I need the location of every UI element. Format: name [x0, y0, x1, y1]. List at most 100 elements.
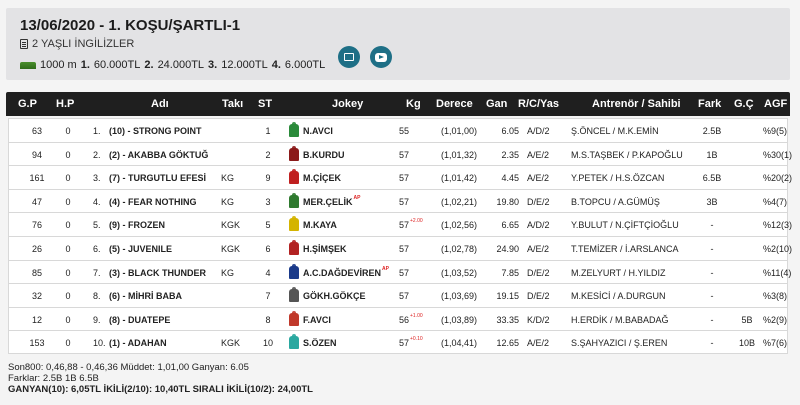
result-row[interactable]: 76 0 5. (9) - FROZEN KGK 5 M.KAYA 57+2.00 (1,02,… [8, 212, 792, 236]
results-table-body: 63 0 1. (10) - STRONG POINT 1 N.AVCI 55 (1,01,0… [6, 118, 792, 354]
cell-name[interactable]: (2) - AKABBA GÖKTUĞ [109, 150, 224, 160]
cell-gan: 7.85 [501, 267, 519, 278]
cell-equip: KGK [221, 220, 241, 231]
col-gp[interactable]: G.P [18, 98, 37, 110]
jockey-silk-icon [289, 310, 299, 326]
cell-gan: 4.45 [501, 173, 519, 184]
cell-jockey[interactable]: MER.ÇELİKAP [303, 195, 383, 207]
cell-st: 3 [265, 196, 271, 207]
col-st[interactable]: ST [258, 98, 272, 110]
result-row[interactable]: 12 0 9. (8) - DUATEPE 8 F.AVCI 56+1.00 (1,03,89… [8, 306, 788, 331]
cell-gan: 24.90 [496, 243, 519, 254]
cell-rcyas: A/E/2 [527, 149, 550, 160]
cell-jockey[interactable]: S.ÖZEN [303, 338, 383, 348]
col-equip[interactable]: Takı [222, 98, 243, 110]
jockey-silk-icon [289, 287, 299, 303]
cell-jockey[interactable]: F.AVCI [303, 315, 383, 325]
cell-trainer[interactable]: M.S.TAŞBEK / P.KAPOĞLU [571, 150, 691, 160]
summary-sectional-times: Son800: 0,46,88 - 0,46,36 Müddet: 1,01,0… [8, 362, 249, 373]
col-hp[interactable]: H.P [56, 98, 74, 110]
cell-name[interactable]: (3) - BLACK THUNDER [109, 268, 224, 278]
cell-fark: 3B [706, 196, 718, 207]
cell-trainer[interactable]: Y.BULUT / N.ÇİFTÇİOĞLU [571, 220, 691, 230]
cell-name[interactable]: (1) - ADAHAN [109, 338, 224, 348]
cell-gp: 63 [31, 126, 42, 136]
cell-st: 5 [265, 220, 271, 231]
cell-jockey[interactable]: B.KURDU [303, 150, 383, 160]
cell-trainer[interactable]: Ş.ÖNCEL / M.K.EMİN [571, 126, 691, 136]
cell-trainer[interactable]: M.KESİCİ / A.DURGUN [571, 291, 691, 301]
race-category: 2 YAŞLI İNGİLİZLER [32, 38, 135, 50]
cell-jockey[interactable]: H.ŞİMŞEK [303, 244, 383, 254]
col-degree[interactable]: Derece [436, 98, 473, 110]
cell-agf: %7(6) [763, 338, 788, 349]
cell-name[interactable]: (8) - DUATEPE [109, 315, 224, 325]
cell-rank: 6. [93, 243, 101, 254]
result-row[interactable]: 153 0 10. (1) - ADAHAN KGK 10 S.ÖZEN 57+0.10 (1,… [8, 330, 788, 354]
document-icon [20, 39, 28, 49]
cell-name[interactable]: (6) - MİHRİ BABA [109, 291, 224, 301]
cell-jockey[interactable]: A.C.DAĞDEVİRENAP [303, 266, 389, 278]
cell-gan: 33.35 [496, 314, 519, 325]
result-row[interactable]: 85 0 7. (3) - BLACK THUNDER KG 4 A.C.DAĞDEVİRE… [8, 259, 791, 284]
cell-trainer[interactable]: T.TEMİZER / İ.ARSLANCA [571, 244, 691, 254]
cell-equip: KGK [221, 243, 241, 254]
cell-degree: (1,03,52) [441, 267, 478, 278]
cell-gp: 26 [31, 243, 42, 254]
video-button[interactable] [370, 46, 392, 68]
col-kg[interactable]: Kg [406, 98, 421, 110]
results-table-header: G.P H.P Adı Takı ST Jokey Kg Derece Gan … [6, 92, 790, 116]
cell-rcyas: A/E/2 [527, 173, 550, 184]
col-trainer[interactable]: Antrenör / Sahibi [592, 98, 681, 110]
col-agf[interactable]: AGF [764, 98, 787, 110]
cell-rcyas: A/E/2 [527, 338, 550, 349]
result-row[interactable]: 94 0 2. (2) - AKABBA GÖKTUĞ 2 B.KURDU 57 (1,01,… [8, 141, 792, 166]
cell-degree: (1,02,78) [441, 243, 478, 254]
col-fark[interactable]: Fark [698, 98, 721, 110]
cell-gp: 12 [31, 314, 42, 325]
result-row[interactable]: 161 0 3. (7) - TURGUTLU EFESİ KG 9 M.ÇİÇEK 57 (1… [8, 165, 792, 189]
cell-trainer[interactable]: Y.PETEK / H.S.ÖZCAN [571, 173, 691, 183]
cell-trainer[interactable]: H.ERDİK / M.BABADAĞ [571, 315, 691, 325]
cell-jockey[interactable]: GÖKH.GÖKÇE [303, 291, 383, 301]
cell-name[interactable]: (4) - FEAR NOTHING [109, 197, 224, 207]
cell-degree: (1,02,56) [441, 220, 478, 231]
result-row[interactable]: 32 0 8. (6) - MİHRİ BABA 7 GÖKH.GÖKÇE 57 (1,03,… [8, 283, 788, 307]
cell-gan: 19.80 [496, 196, 519, 207]
jockey-silk-icon [289, 263, 299, 279]
result-row[interactable]: 63 0 1. (10) - STRONG POINT 1 N.AVCI 55 (1,01,0… [8, 118, 788, 142]
cell-gan: 12.65 [496, 338, 519, 349]
cell-name[interactable]: (7) - TURGUTLU EFESİ [109, 173, 224, 183]
result-row[interactable]: 47 0 4. (4) - FEAR NOTHING KG 3 MER.ÇELİKAP 57 (… [8, 188, 788, 213]
cell-rcyas: K/D/2 [527, 314, 550, 325]
cell-gan: 6.05 [501, 126, 519, 136]
cell-st: 4 [265, 267, 271, 278]
col-gc[interactable]: G.Ç [734, 98, 754, 110]
col-name[interactable]: Adı [151, 98, 169, 110]
race-distance: 1000 m [40, 59, 77, 71]
cell-degree: (1,03,89) [441, 314, 478, 325]
cell-name[interactable]: (5) - JUVENILE [109, 244, 224, 254]
cell-trainer[interactable]: M.ZELYURT / H.YILDIZ [571, 268, 691, 278]
cell-agf: %9(5) [763, 126, 788, 136]
col-rcyas[interactable]: R/C/Yas [518, 98, 559, 110]
prize-rank: 4. [271, 59, 281, 71]
prize-amount: 12.000TL [221, 59, 268, 71]
cell-rank: 4. [93, 196, 101, 207]
jockey-silk-icon [289, 145, 299, 161]
cell-fark: - [710, 267, 714, 278]
cell-jockey[interactable]: M.ÇİÇEK [303, 173, 383, 183]
cell-trainer[interactable]: B.TOPCU / A.GÜMÜŞ [571, 197, 691, 207]
photo-button[interactable] [338, 46, 360, 68]
cell-jockey[interactable]: N.AVCI [303, 126, 383, 136]
cell-name[interactable]: (10) - STRONG POINT [109, 126, 224, 136]
cell-trainer[interactable]: S.ŞAHYAZICI / Ş.EREN [571, 338, 691, 348]
cell-name[interactable]: (9) - FROZEN [109, 220, 224, 230]
result-row[interactable]: 26 0 6. (5) - JUVENILE KGK 6 H.ŞİMŞEK 57 (1,02,7… [8, 235, 792, 260]
youtube-icon [375, 52, 387, 62]
cell-jockey[interactable]: M.KAYA [303, 220, 383, 230]
col-gan[interactable]: Gan [486, 98, 507, 110]
cell-hp: 0 [65, 291, 71, 302]
jockey-silk-icon [289, 239, 299, 255]
col-jockey[interactable]: Jokey [332, 98, 363, 110]
